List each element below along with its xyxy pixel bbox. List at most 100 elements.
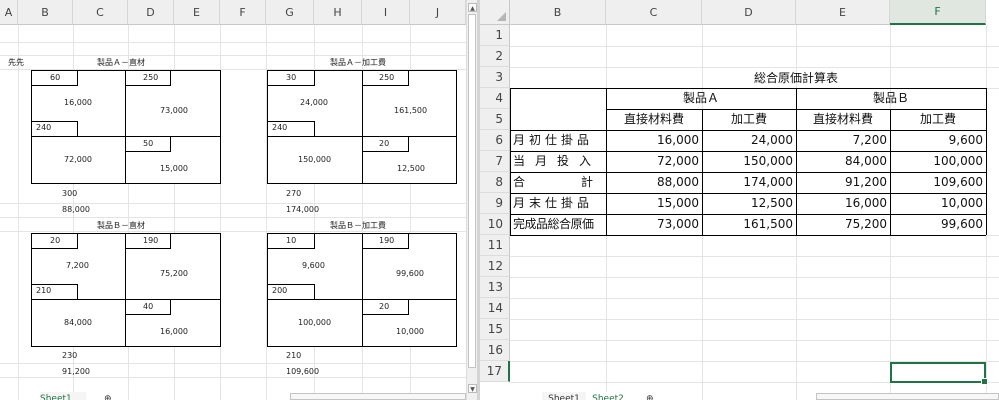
a-material-cell[interactable]: 72,000 bbox=[606, 152, 702, 171]
row-header-active[interactable]: 17 bbox=[480, 361, 510, 382]
input-amount: 150,000 bbox=[298, 155, 332, 164]
scroll-up-icon[interactable]: ▲ bbox=[468, 3, 477, 12]
row-header[interactable]: 15 bbox=[480, 319, 510, 340]
horizontal-scrollbar[interactable] bbox=[816, 393, 999, 400]
row-header[interactable]: 9 bbox=[480, 193, 510, 214]
a-processing-cell[interactable]: 150,000 bbox=[702, 152, 796, 171]
a-processing-cell[interactable]: 24,000 bbox=[702, 131, 796, 150]
row-header[interactable]: 13 bbox=[480, 277, 510, 298]
b-processing-cell[interactable]: 10,000 bbox=[890, 194, 986, 213]
col-header-a[interactable]: A bbox=[0, 0, 18, 25]
col-header-f[interactable]: F bbox=[220, 0, 266, 25]
begin-amount: 7,200 bbox=[66, 261, 89, 270]
b-material-cell[interactable]: 75,200 bbox=[796, 215, 890, 234]
input-amount: 100,000 bbox=[298, 318, 332, 327]
select-all-corner[interactable] bbox=[480, 0, 510, 25]
input-qty: 240 bbox=[272, 123, 288, 132]
row-header[interactable]: 14 bbox=[480, 298, 510, 319]
row-header[interactable]: 7 bbox=[480, 151, 510, 172]
box-title: 製品Ｂ－加工費 bbox=[330, 221, 386, 230]
begin-amount: 9,600 bbox=[302, 261, 325, 270]
vertical-scrollbar[interactable]: ▲ ▼ bbox=[466, 0, 477, 400]
total-qty: 210 bbox=[286, 351, 302, 360]
sheet-tab-sheet1[interactable]: Sheet1 bbox=[542, 392, 586, 400]
col-header-d[interactable]: D bbox=[128, 0, 174, 25]
total-amount: 109,600 bbox=[286, 367, 320, 376]
box-title: 製品Ｂ－直材 bbox=[97, 221, 145, 230]
sheet-tab-sheet1[interactable]: Sheet1 bbox=[40, 392, 86, 400]
begin-qty: 60 bbox=[50, 73, 61, 82]
col-header-c[interactable]: C bbox=[73, 0, 128, 25]
table-title[interactable]: 総合原価計算表 bbox=[606, 69, 986, 88]
row-header[interactable]: 4 bbox=[480, 88, 510, 109]
completed-qty: 190 bbox=[379, 236, 395, 245]
row-label[interactable]: 当月投入 bbox=[513, 152, 606, 171]
a-material-cell[interactable]: 16,000 bbox=[606, 131, 702, 150]
a-processing-cell[interactable]: 12,500 bbox=[702, 194, 796, 213]
b-material-cell[interactable]: 91,200 bbox=[796, 173, 890, 192]
a-material-header[interactable]: 直接材料費 bbox=[606, 110, 702, 129]
row-label[interactable]: 完成品総合原価 bbox=[513, 215, 606, 234]
input-qty: 210 bbox=[36, 286, 52, 295]
col-header-g[interactable]: G bbox=[266, 0, 314, 25]
col-header-d[interactable]: D bbox=[702, 0, 796, 25]
left-worksheet[interactable]: A B C D E F G H I J 先先 製品Ａ－直材 60 16,000 … bbox=[0, 0, 466, 400]
input-qty: 200 bbox=[272, 286, 288, 295]
row-header[interactable]: 6 bbox=[480, 130, 510, 151]
a-processing-header[interactable]: 加工費 bbox=[702, 110, 796, 129]
col-header-j[interactable]: J bbox=[410, 0, 466, 25]
product-a-header[interactable]: 製品Ａ bbox=[606, 89, 796, 108]
horizontal-scrollbar[interactable] bbox=[290, 393, 466, 400]
b-processing-cell[interactable]: 109,600 bbox=[890, 173, 986, 192]
col-header-b[interactable]: B bbox=[18, 0, 73, 25]
a-material-cell[interactable]: 88,000 bbox=[606, 173, 702, 192]
begin-amount: 24,000 bbox=[300, 98, 328, 107]
completed-amount: 73,000 bbox=[160, 106, 188, 115]
a-material-cell[interactable]: 15,000 bbox=[606, 194, 702, 213]
row-header[interactable]: 5 bbox=[480, 109, 510, 130]
end-amount: 16,000 bbox=[160, 327, 188, 336]
b-material-cell[interactable]: 84,000 bbox=[796, 152, 890, 171]
right-worksheet[interactable]: B C D E F 1 2 3 4 5 6 7 8 9 10 11 12 13 … bbox=[480, 0, 999, 400]
total-qty: 270 bbox=[286, 189, 302, 198]
scroll-down-icon[interactable]: ▼ bbox=[468, 384, 477, 393]
row-header[interactable]: 8 bbox=[480, 172, 510, 193]
end-amount: 15,000 bbox=[160, 164, 188, 173]
row-header[interactable]: 2 bbox=[480, 46, 510, 67]
row-header[interactable]: 1 bbox=[480, 25, 510, 46]
new-sheet-icon[interactable]: ⊕ bbox=[646, 392, 658, 400]
product-b-header[interactable]: 製品Ｂ bbox=[796, 89, 986, 108]
col-header-i[interactable]: I bbox=[362, 0, 410, 25]
row-header[interactable]: 16 bbox=[480, 340, 510, 361]
col-header-b[interactable]: B bbox=[510, 0, 606, 25]
col-header-e[interactable]: E bbox=[174, 0, 220, 25]
a-processing-cell[interactable]: 161,500 bbox=[702, 215, 796, 234]
box-title: 製品Ａ－加工費 bbox=[330, 58, 386, 67]
t-account-box: 60 16,000 240 72,000 250 73,000 50 15,00… bbox=[31, 70, 221, 184]
b-processing-cell[interactable]: 100,000 bbox=[890, 152, 986, 171]
row-header[interactable]: 12 bbox=[480, 256, 510, 277]
col-header-e[interactable]: E bbox=[796, 0, 890, 25]
col-header-h[interactable]: H bbox=[314, 0, 362, 25]
row-label[interactable]: 月末仕掛品 bbox=[513, 194, 606, 213]
row-label[interactable]: 合計 bbox=[513, 173, 606, 192]
new-sheet-icon[interactable]: ⊕ bbox=[104, 392, 116, 400]
row-header[interactable]: 3 bbox=[480, 67, 510, 88]
col-header-c[interactable]: C bbox=[606, 0, 702, 25]
scroll-thumb[interactable] bbox=[468, 14, 476, 368]
row-header[interactable]: 11 bbox=[480, 235, 510, 256]
row-label[interactable]: 月初仕掛品 bbox=[513, 131, 606, 150]
a-processing-cell[interactable]: 174,000 bbox=[702, 173, 796, 192]
b-processing-header[interactable]: 加工費 bbox=[890, 110, 986, 129]
t-account-box: 20 7,200 210 84,000 190 75,200 40 16,000 bbox=[31, 233, 221, 347]
active-cell-f17[interactable] bbox=[890, 362, 988, 385]
a-material-cell[interactable]: 73,000 bbox=[606, 215, 702, 234]
row-header[interactable]: 10 bbox=[480, 214, 510, 235]
sheet-tab-sheet2[interactable]: Sheet2 bbox=[588, 392, 628, 400]
b-material-header[interactable]: 直接材料費 bbox=[796, 110, 890, 129]
b-material-cell[interactable]: 7,200 bbox=[796, 131, 890, 150]
b-processing-cell[interactable]: 99,600 bbox=[890, 215, 986, 234]
col-header-f[interactable]: F bbox=[890, 0, 986, 25]
b-processing-cell[interactable]: 9,600 bbox=[890, 131, 986, 150]
b-material-cell[interactable]: 16,000 bbox=[796, 194, 890, 213]
